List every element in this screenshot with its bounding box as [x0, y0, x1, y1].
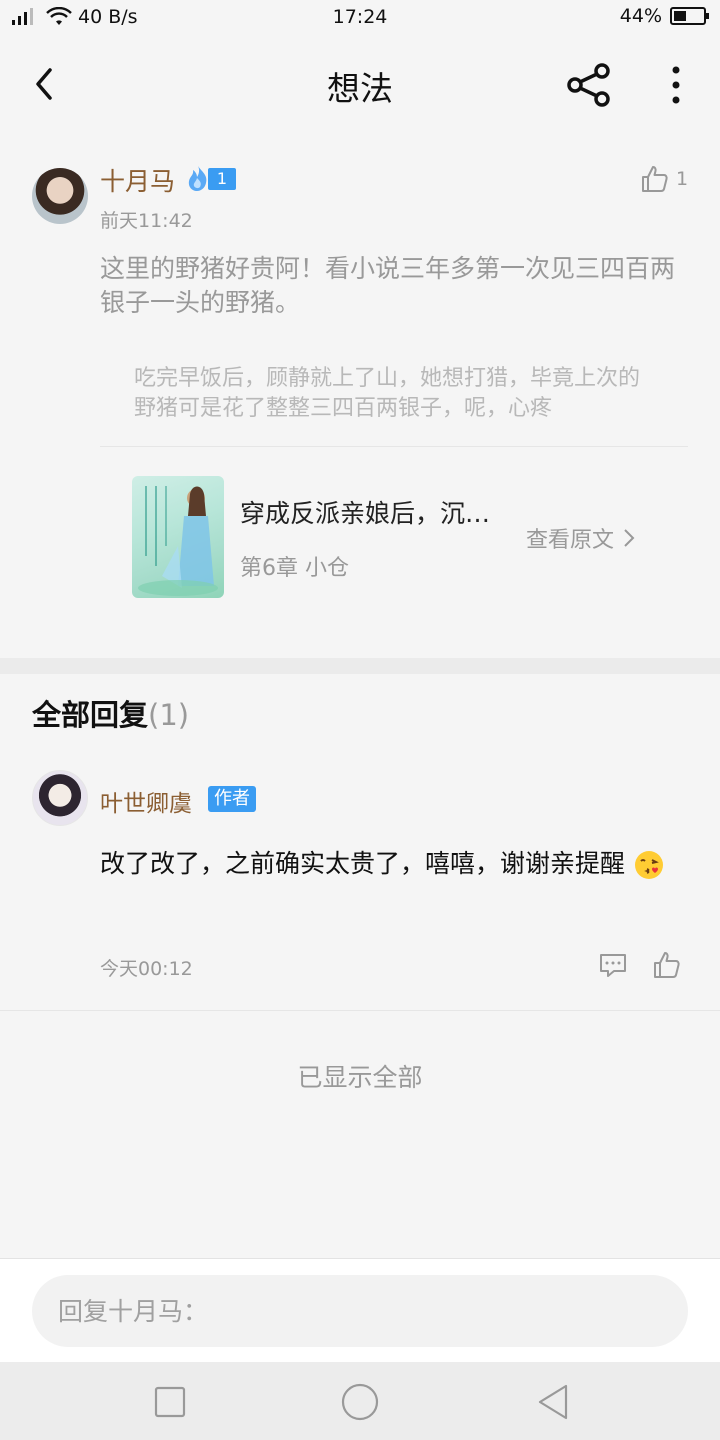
- divider: [100, 446, 688, 447]
- kissing-face-emoji-icon: [634, 851, 663, 879]
- share-icon[interactable]: [566, 62, 612, 108]
- author-badge: 作者: [208, 786, 256, 812]
- reply-input-bar: [0, 1258, 720, 1362]
- section-divider: [0, 658, 720, 674]
- comment-icon[interactable]: [598, 950, 628, 980]
- reply-author-avatar[interactable]: [32, 770, 88, 826]
- divider: [0, 1010, 720, 1011]
- post-content: 这里的野猪好贵阿！看小说三年多第一次见三四百两银子一头的野猪。: [100, 254, 676, 317]
- view-original-link[interactable]: 查看原文: [526, 522, 636, 554]
- recent-apps-icon[interactable]: [150, 1382, 190, 1422]
- battery-percent: 44%: [619, 5, 662, 27]
- view-original-label: 查看原文: [526, 528, 615, 553]
- post-timestamp: 前天11:42: [100, 210, 193, 232]
- level-number: 1: [208, 168, 236, 190]
- quoted-excerpt: 吃完早饭后，顾静就上了山，她想打猎，毕竟上次的野猪可是花了整整三四百两银子，呢，…: [134, 366, 641, 421]
- reply-content-text: 改了改了，之前确实太贵了，嘻嘻，谢谢亲提醒: [100, 849, 626, 878]
- thumbs-up-icon[interactable]: [652, 950, 682, 980]
- page-title: 想法: [327, 69, 393, 108]
- book-cover-image: [132, 476, 224, 598]
- battery-fill: [674, 11, 687, 21]
- replies-count: (1): [148, 698, 190, 732]
- level-badge: 1: [184, 164, 236, 192]
- post-like-count: 1: [676, 168, 689, 190]
- back-nav-icon[interactable]: [534, 1382, 574, 1422]
- status-bar: 40 B/s 17:24 44%: [0, 0, 720, 40]
- post-author-avatar[interactable]: [32, 168, 88, 224]
- book-title[interactable]: 穿成反派亲娘后，沉…: [240, 494, 490, 530]
- battery-icon: [670, 7, 709, 25]
- status-right: 44%: [619, 5, 709, 27]
- thumbs-up-icon[interactable]: [640, 164, 670, 194]
- reply-timestamp: 今天00:12: [100, 958, 193, 980]
- nav-bar: 想法: [0, 40, 720, 130]
- home-icon[interactable]: [340, 1382, 380, 1422]
- reply-author-name[interactable]: 叶世卿虞: [100, 784, 192, 818]
- book-card[interactable]: 穿成反派亲娘后，沉… 第6章 小仓 查看原文: [100, 460, 688, 610]
- system-navigation-bar: [0, 1362, 720, 1440]
- replies-header-label: 全部回复: [32, 698, 149, 732]
- more-options-icon[interactable]: [660, 62, 692, 108]
- all-shown-label: 已显示全部: [297, 1063, 423, 1092]
- replies-header: 全部回复(1): [32, 692, 189, 734]
- status-time: 17:24: [332, 6, 388, 28]
- book-chapter: 第6章 小仓: [240, 556, 349, 581]
- post-author-name[interactable]: 十月马: [100, 162, 175, 198]
- chevron-right-icon: [624, 529, 635, 547]
- reply-content: 改了改了，之前确实太贵了，嘻嘻，谢谢亲提醒: [100, 846, 694, 882]
- reply-input[interactable]: [32, 1275, 688, 1347]
